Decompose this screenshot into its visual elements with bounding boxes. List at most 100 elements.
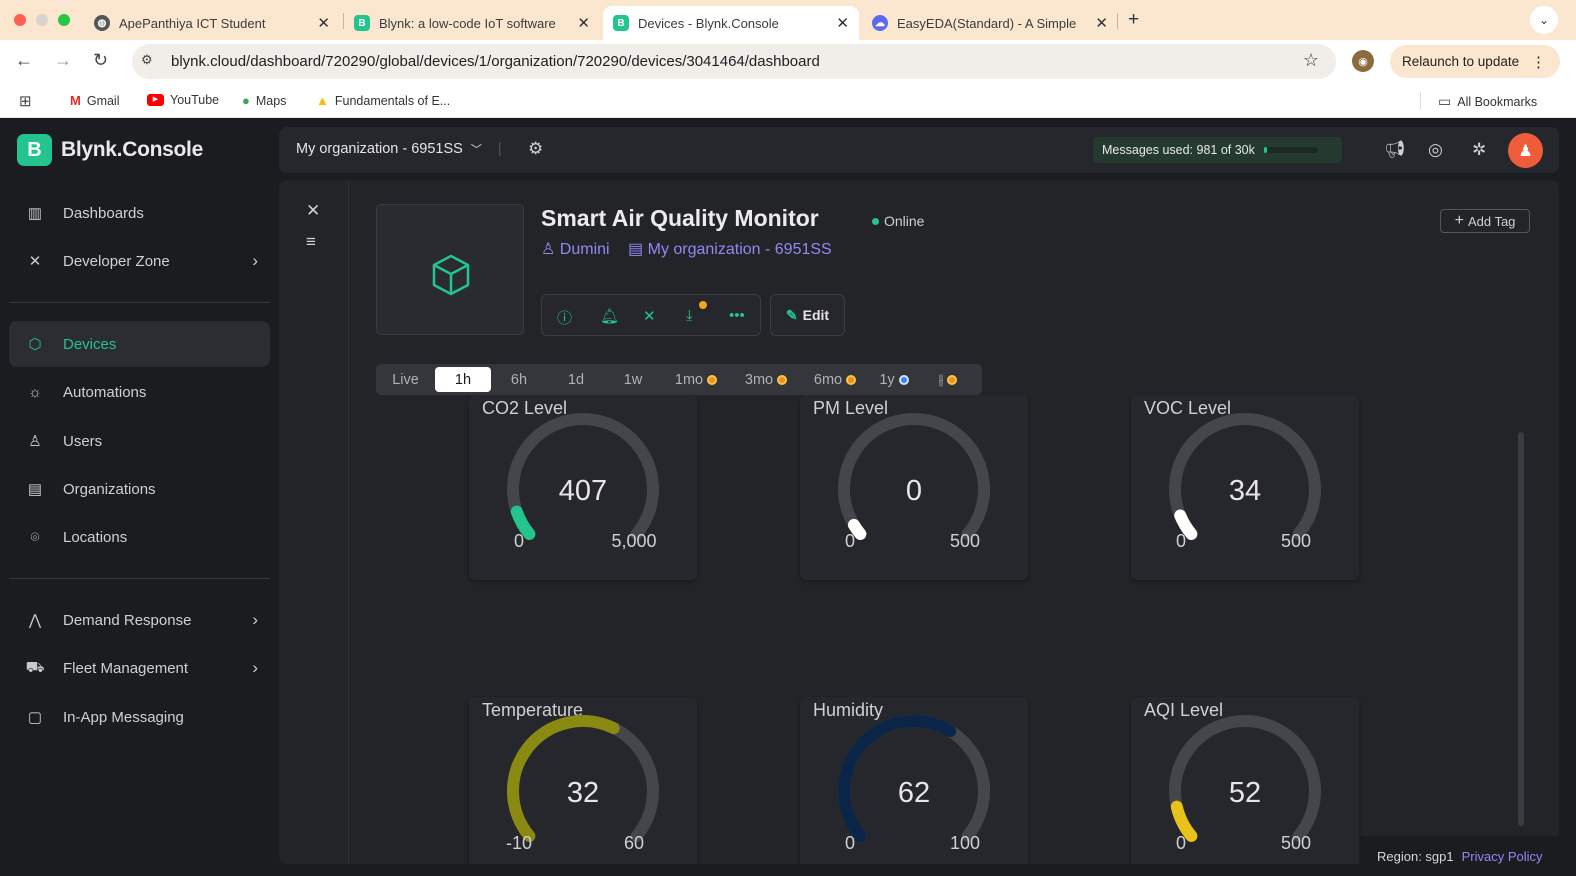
privacy-policy-link[interactable]: Privacy Policy xyxy=(1462,849,1543,864)
org-switcher[interactable]: My organization - 6951SS ﹀ | xyxy=(296,141,502,157)
online-dot xyxy=(872,217,879,225)
truck-icon: ⛟ xyxy=(25,658,45,676)
range-1y[interactable]: 1y xyxy=(869,364,919,395)
browser-tab-active[interactable]: B Devices - Blynk.Console ✕ xyxy=(603,6,859,40)
all-bookmarks[interactable]: ▭ All Bookmarks xyxy=(1438,93,1537,110)
apps-grid-icon[interactable]: ⊞ xyxy=(19,92,32,110)
sidebar-item-in-app-messaging[interactable]: ▢ In-App Messaging xyxy=(9,694,270,740)
user-avatar[interactable]: ♟ xyxy=(1508,133,1543,168)
close-tab-icon[interactable]: ✕ xyxy=(1095,14,1108,32)
panel-left-strip: ✕ ≡ xyxy=(279,180,349,864)
bell-icon[interactable]: 🔔︎ xyxy=(600,307,619,325)
more-icon[interactable]: ••• xyxy=(729,307,745,324)
range-custom[interactable]: ⫲ xyxy=(919,364,977,395)
edit-button[interactable]: ✎ Edit xyxy=(770,294,845,336)
omnibox[interactable]: ⚙ blynk.cloud/dashboard/720290/global/de… xyxy=(132,44,1336,79)
reload-icon[interactable]: ↻ xyxy=(93,50,108,71)
range-live[interactable]: Live xyxy=(376,364,435,395)
bookmarks-divider xyxy=(1420,92,1421,109)
chevron-right-icon: › xyxy=(252,251,258,270)
user-icon: ♙ xyxy=(541,241,560,258)
bookmark-drive[interactable]: ▲ Fundamentals of E... xyxy=(316,93,450,108)
gauge-min: -10 xyxy=(506,833,532,853)
sidebar-item-demand-response[interactable]: ⋀ Demand Response › xyxy=(9,597,270,643)
add-tag-button[interactable]: + Add Tag xyxy=(1440,209,1530,233)
info-icon[interactable]: ⓘ xyxy=(557,307,572,328)
gauge-widget[interactable]: Temperature 32 -10 60 xyxy=(469,697,697,864)
sidebar-item-automations[interactable]: ☼ Automations xyxy=(9,369,270,415)
gauge-value: 0 xyxy=(906,475,922,507)
range-3mo[interactable]: 3mo xyxy=(731,364,801,395)
range-1mo[interactable]: 1mo xyxy=(661,364,731,395)
megaphone-icon[interactable]: 📢︎ xyxy=(1384,140,1406,160)
browser-tab[interactable]: ☁ EasyEDA(Standard) - A Simple ✕ xyxy=(862,6,1118,40)
bookmark-maps[interactable]: ● Maps xyxy=(242,93,286,108)
gauge-svg: 407 0 5,000 xyxy=(507,413,659,551)
range-1d[interactable]: 1d xyxy=(547,364,605,395)
range-6h[interactable]: 6h xyxy=(491,364,547,395)
kebab-menu-icon[interactable]: ⋮ xyxy=(1531,53,1546,71)
gauge-widget[interactable]: PM Level 0 0 500 xyxy=(800,395,1028,580)
close-window-button[interactable] xyxy=(14,14,26,26)
sidebar-item-label: Developer Zone xyxy=(63,252,170,270)
gauge-value: 62 xyxy=(898,777,930,809)
org-link[interactable]: ▤ My organization - 6951SS xyxy=(628,241,832,258)
tab-search-icon[interactable]: ⌄ xyxy=(1530,6,1558,34)
help-lifebuoy-icon[interactable]: ◎ xyxy=(1428,140,1443,160)
address-bar-row: ← → ↻ ⚙ blynk.cloud/dashboard/720290/glo… xyxy=(0,40,1576,83)
sidebar-item-users[interactable]: ♙ Users xyxy=(9,418,270,464)
gauge-widget[interactable]: AQI Level 52 0 500 xyxy=(1131,697,1359,864)
bar-chart-icon: ▥ xyxy=(27,205,43,222)
gauge-svg: 0 0 500 xyxy=(838,413,990,551)
close-tab-icon[interactable]: ✕ xyxy=(577,14,590,32)
url-text[interactable]: blynk.cloud/dashboard/720290/global/devi… xyxy=(171,53,820,70)
back-icon[interactable]: ← xyxy=(15,50,33,71)
relaunch-button[interactable]: Relaunch to update ⋮ xyxy=(1390,45,1560,78)
messages-progress xyxy=(1263,147,1318,153)
sidebar-item-locations[interactable]: ⌾ Locations xyxy=(9,514,270,560)
blynk-logo: B xyxy=(17,134,52,166)
sidebar-item-developer-zone[interactable]: ✕ Developer Zone › xyxy=(9,238,270,284)
close-tab-icon[interactable]: ✕ xyxy=(317,14,330,32)
range-label: 1y xyxy=(879,371,895,388)
tools-icon[interactable]: ✕ xyxy=(643,307,656,325)
bug-icon[interactable]: ✲ xyxy=(1472,140,1486,160)
sidebar-item-dashboards[interactable]: ▥ Dashboards xyxy=(9,190,270,236)
sidebar-item-devices[interactable]: ⬡ Devices xyxy=(9,321,270,367)
bookmark-youtube[interactable]: ▶ YouTube xyxy=(147,93,219,107)
site-info-icon[interactable]: ⚙ xyxy=(141,52,153,68)
sidebar-item-fleet-management[interactable]: ⛟ Fleet Management › xyxy=(9,645,270,691)
owner-link[interactable]: ♙ Dumini xyxy=(541,241,610,258)
bookmark-gmail[interactable]: M Gmail xyxy=(70,93,120,108)
scrollbar[interactable] xyxy=(1518,432,1524,826)
new-tab-icon[interactable]: + xyxy=(1128,9,1139,31)
device-panel: ✕ ≡ Smart Air Quality Monitor Online ♙ D… xyxy=(279,180,1559,864)
close-tab-icon[interactable]: ✕ xyxy=(836,14,849,32)
star-icon[interactable]: ☆ xyxy=(1303,50,1319,71)
browser-tab[interactable]: ◍ ApePanthiya ICT Student ✕ xyxy=(84,6,340,40)
settings-gear-icon[interactable]: ⚙ xyxy=(528,139,543,159)
range-1h[interactable]: 1h xyxy=(435,367,491,392)
menu-icon[interactable]: ≡ xyxy=(306,232,316,252)
building-icon: ▤ xyxy=(27,481,43,498)
gauge-widget[interactable]: CO2 Level 407 0 5,000 xyxy=(469,395,697,580)
gauge-widget[interactable]: VOC Level 34 0 500 xyxy=(1131,395,1359,580)
plus-icon: + xyxy=(1454,212,1464,229)
range-1w[interactable]: 1w xyxy=(605,364,661,395)
sidebar: B Blynk.Console ▥ Dashboards ✕ Developer… xyxy=(0,118,279,876)
minimize-window-button[interactable] xyxy=(36,14,48,26)
brand[interactable]: B Blynk.Console xyxy=(17,134,203,166)
sidebar-item-organizations[interactable]: ▤ Organizations xyxy=(9,466,270,512)
profile-avatar[interactable]: ◉ xyxy=(1352,50,1374,72)
users-icon: ♙ xyxy=(28,433,42,450)
premium-dot xyxy=(777,374,788,385)
range-6mo[interactable]: 6mo xyxy=(801,364,869,395)
close-icon[interactable]: ✕ xyxy=(306,201,320,221)
gauge-min: 0 xyxy=(845,531,855,551)
bookmark-label: Gmail xyxy=(86,93,120,108)
forward-icon[interactable]: → xyxy=(54,50,72,71)
download-icon[interactable]: ⤓ xyxy=(686,307,693,324)
maximize-window-button[interactable] xyxy=(58,14,70,26)
browser-tab[interactable]: B Blynk: a low-code IoT software ✕ xyxy=(344,6,600,40)
gauge-widget[interactable]: Humidity 62 0 100 xyxy=(800,697,1028,864)
